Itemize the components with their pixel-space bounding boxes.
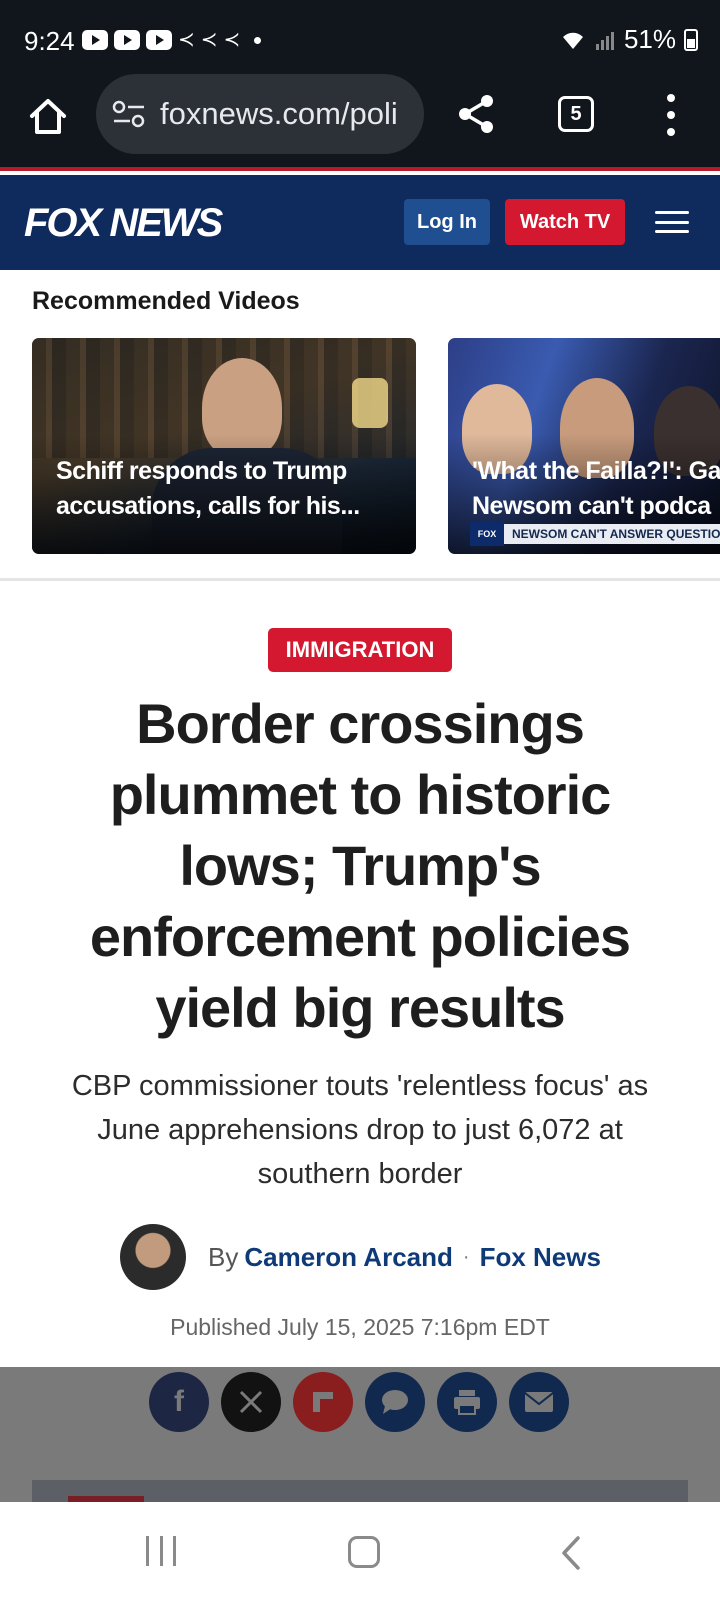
home-button-icon[interactable] <box>348 1536 380 1568</box>
watch-tv-button[interactable]: Watch TV <box>505 199 625 245</box>
comment-icon[interactable] <box>365 1372 425 1432</box>
facebook-icon[interactable]: f <box>149 1372 209 1432</box>
address-bar[interactable]: foxnews.com/poli <box>96 74 424 154</box>
recent-apps-icon[interactable] <box>146 1536 176 1566</box>
more-options-icon[interactable] <box>665 94 677 136</box>
x-icon[interactable] <box>221 1372 281 1432</box>
video-card[interactable]: NEWSOM CAN'T ANSWER QUESTION ON K FOX NE… <box>448 338 720 554</box>
video-ticker: NEWSOM CAN'T ANSWER QUESTION ON K <box>476 524 720 544</box>
site-header: FOX NEWS Log In Watch TV <box>0 175 720 270</box>
youtube-notification-icon <box>146 30 172 50</box>
byline: By Cameron Arcand · Fox News <box>120 1224 620 1290</box>
fox-news-logo[interactable]: FOX NEWS <box>24 201 223 246</box>
share-buttons: f <box>149 1372 569 1432</box>
author-link[interactable]: Cameron Arcand <box>244 1242 453 1273</box>
published-date: Published July 15, 2025 7:16pm EDT <box>170 1314 550 1340</box>
print-icon[interactable] <box>437 1372 497 1432</box>
bird-notification-icon: ≺ <box>178 29 195 51</box>
status-right: 51% <box>560 24 698 55</box>
system-navigation-bar <box>0 1502 720 1600</box>
article-subheadline: CBP commissioner touts 'relentless focus… <box>71 1070 649 1190</box>
video-thumbnail-lamp <box>352 378 388 428</box>
category-badge[interactable]: IMMIGRATION <box>268 628 452 672</box>
fox-news-live-bug: FOX NEWS LIVE <box>470 522 504 554</box>
recommended-videos-title: Recommended Videos <box>32 287 300 315</box>
battery-icon <box>684 28 698 51</box>
author-avatar[interactable] <box>120 1224 186 1290</box>
menu-icon[interactable] <box>655 211 689 233</box>
youtube-notification-icon <box>114 30 140 50</box>
article-headline: Border crossings plummet to historic low… <box>89 692 631 1039</box>
signal-icon <box>595 31 614 50</box>
home-icon[interactable] <box>26 94 70 138</box>
video-title-line: 'What the Failla?!': Ga <box>472 457 720 485</box>
more-notifications-dot-icon <box>254 36 262 44</box>
video-card-title[interactable]: Schiff responds to Trump accusations, ca… <box>56 454 360 524</box>
video-title-line: accusations, calls for his... <box>56 492 360 520</box>
tab-switcher-button[interactable]: 5 <box>558 96 594 132</box>
status-bar: 9:24 ≺ ≺ ≺ 51% <box>0 0 720 80</box>
url-text[interactable]: foxnews.com/poli <box>160 96 398 132</box>
video-card-title[interactable]: 'What the Failla?!': Ga Newsom can't pod… <box>472 454 720 524</box>
browser-chrome: 9:24 ≺ ≺ ≺ 51% foxnews.com/poli 5 <box>0 0 720 171</box>
site-settings-icon[interactable] <box>112 99 146 129</box>
bird-notification-icon: ≺ <box>200 29 218 51</box>
youtube-notification-icon <box>82 30 108 50</box>
back-icon[interactable] <box>556 1536 586 1570</box>
video-title-line: Newsom can't podca <box>472 492 711 520</box>
bird-notification-icon: ≺ <box>223 29 241 51</box>
share-icon[interactable] <box>456 92 496 136</box>
video-title-line: Schiff responds to Trump <box>56 457 347 485</box>
article-media-preview <box>32 1480 688 1502</box>
byline-prefix: By <box>208 1241 239 1272</box>
browser-toolbar: foxnews.com/poli 5 <box>0 74 720 156</box>
status-time: 9:24 <box>24 26 75 56</box>
outlet-link[interactable]: Fox News <box>480 1242 601 1273</box>
video-card[interactable]: Schiff responds to Trump accusations, ca… <box>32 338 416 554</box>
wifi-icon <box>562 32 583 49</box>
battery-percent: 51% <box>623 24 676 54</box>
notification-icons: ≺ ≺ ≺ <box>82 29 262 51</box>
flipboard-icon[interactable] <box>293 1372 353 1432</box>
byline-separator: · <box>462 1245 470 1268</box>
section-divider <box>0 578 720 581</box>
email-icon[interactable] <box>509 1372 569 1432</box>
login-button[interactable]: Log In <box>404 199 490 245</box>
